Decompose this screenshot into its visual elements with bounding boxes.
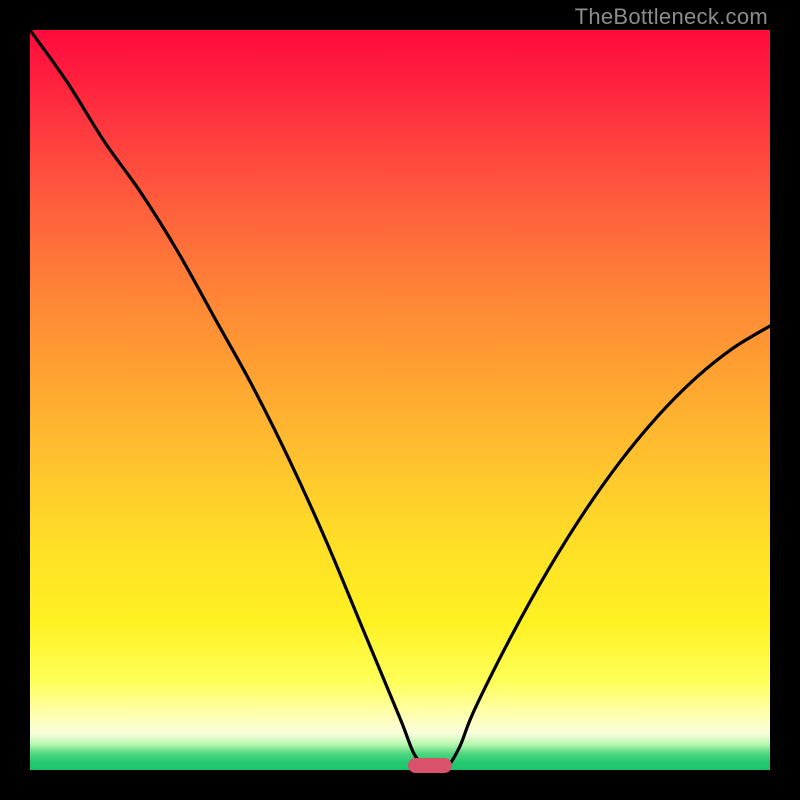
bottleneck-curve <box>30 30 770 770</box>
bottleneck-marker <box>408 758 452 773</box>
watermark-text: TheBottleneck.com <box>575 4 768 30</box>
chart-frame: TheBottleneck.com <box>0 0 800 800</box>
plot-area <box>30 30 770 770</box>
